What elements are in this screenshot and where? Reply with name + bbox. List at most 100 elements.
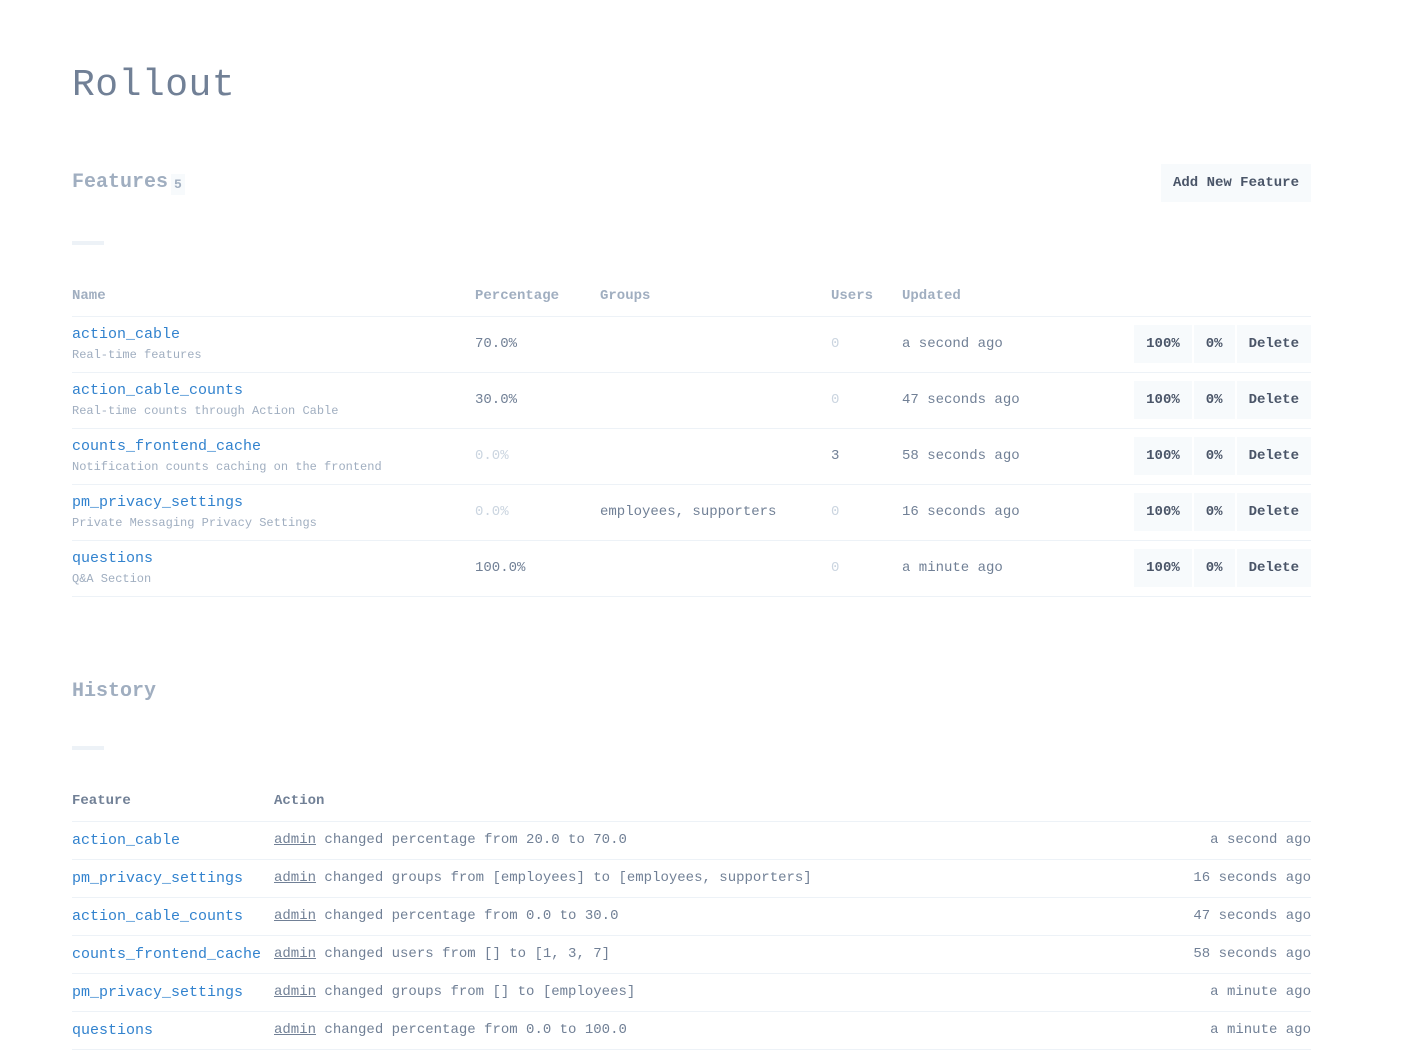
feature-percentage: 70.0% bbox=[475, 315, 600, 372]
features-header-row: Name Percentage Groups Users Updated bbox=[72, 276, 1311, 316]
feature-name-link[interactable]: action_cable bbox=[72, 326, 475, 344]
history-action-cell: admin changed users from [] to [1, 3, 7] bbox=[274, 934, 1044, 973]
delete-feature-button[interactable]: Delete bbox=[1236, 493, 1311, 531]
feature-name-link[interactable]: questions bbox=[72, 550, 475, 568]
feature-name-cell: questions Q&A Section bbox=[72, 539, 475, 597]
history-action-cell: admin changed percentage from 0.0 to 100… bbox=[274, 1010, 1044, 1050]
history-row: counts_frontend_cache admin changed users… bbox=[72, 934, 1311, 973]
history-feature-link[interactable]: counts_frontend_cache bbox=[72, 946, 261, 963]
history-header: History bbox=[72, 673, 1311, 711]
column-header-groups: Groups bbox=[600, 287, 651, 304]
history-feature-cell: action_cable bbox=[72, 820, 274, 859]
delete-feature-button[interactable]: Delete bbox=[1236, 437, 1311, 475]
column-header-updated: Updated bbox=[902, 287, 961, 304]
features-table: Name Percentage Groups Users Updated act… bbox=[72, 276, 1311, 597]
feature-groups bbox=[600, 427, 831, 484]
set-100-percent-button[interactable]: 100% bbox=[1134, 381, 1192, 419]
feature-name-link[interactable]: pm_privacy_settings bbox=[72, 494, 475, 512]
history-actor-link[interactable]: admin bbox=[274, 984, 316, 1000]
set-100-percent-button[interactable]: 100% bbox=[1134, 549, 1192, 587]
feature-actions: 100% 0% Delete bbox=[1129, 315, 1311, 372]
history-timestamp: a minute ago bbox=[1044, 1010, 1311, 1050]
feature-users: 0 bbox=[831, 483, 902, 540]
history-feature-cell: questions bbox=[72, 1010, 274, 1050]
set-0-percent-button[interactable]: 0% bbox=[1193, 437, 1235, 475]
feature-users: 0 bbox=[831, 539, 902, 597]
delete-feature-button[interactable]: Delete bbox=[1236, 381, 1311, 419]
feature-groups: employees, supporters bbox=[600, 483, 831, 540]
feature-name-cell: action_cable Real-time features bbox=[72, 315, 475, 372]
history-feature-link[interactable]: action_cable_counts bbox=[72, 908, 243, 925]
feature-row: action_cable Real-time features 70.0% 0 a se… bbox=[72, 315, 1311, 372]
history-action-cell: admin changed groups from [] to [employe… bbox=[274, 972, 1044, 1011]
history-row: questions admin changed percentage from 0… bbox=[72, 1010, 1311, 1050]
feature-row: counts_frontend_cache Notification counts… bbox=[72, 427, 1311, 484]
feature-updated: 58 seconds ago bbox=[902, 427, 1129, 484]
column-header-action: Action bbox=[274, 792, 325, 809]
history-feature-link[interactable]: questions bbox=[72, 1022, 153, 1039]
set-0-percent-button[interactable]: 0% bbox=[1193, 381, 1235, 419]
feature-description: Private Messaging Privacy Settings bbox=[72, 515, 317, 530]
features-count-badge: 5 bbox=[171, 174, 185, 195]
column-header-feature: Feature bbox=[72, 792, 131, 809]
history-timestamp: 16 seconds ago bbox=[1044, 858, 1311, 897]
feature-percentage: 0.0% bbox=[475, 483, 600, 540]
feature-groups bbox=[600, 315, 831, 372]
history-feature-cell: counts_frontend_cache bbox=[72, 934, 274, 973]
history-divider bbox=[72, 746, 104, 750]
history-title: History bbox=[72, 680, 157, 703]
set-100-percent-button[interactable]: 100% bbox=[1134, 325, 1192, 363]
history-actor-link[interactable]: admin bbox=[274, 908, 316, 924]
delete-feature-button[interactable]: Delete bbox=[1236, 325, 1311, 363]
history-feature-cell: pm_privacy_settings bbox=[72, 858, 274, 897]
history-action-cell: admin changed percentage from 20.0 to 70… bbox=[274, 820, 1044, 859]
feature-percentage: 100.0% bbox=[475, 539, 600, 597]
column-header-actions bbox=[1129, 276, 1311, 316]
history-timestamp: 58 seconds ago bbox=[1044, 934, 1311, 973]
feature-description: Real-time counts through Action Cable bbox=[72, 403, 339, 418]
features-header: Features 5 Add New Feature bbox=[72, 164, 1311, 202]
column-header-when bbox=[1044, 781, 1311, 821]
set-100-percent-button[interactable]: 100% bbox=[1134, 437, 1192, 475]
history-header-row: Feature Action bbox=[72, 781, 1311, 821]
set-100-percent-button[interactable]: 100% bbox=[1134, 493, 1192, 531]
history-actor-link[interactable]: admin bbox=[274, 1022, 316, 1038]
feature-users: 0 bbox=[831, 315, 902, 372]
column-header-users: Users bbox=[831, 287, 874, 304]
history-table: Feature Action action_cable admin changed… bbox=[72, 781, 1311, 1050]
history-action-text: changed users from [] to [1, 3, 7] bbox=[324, 946, 611, 962]
feature-updated: a second ago bbox=[902, 315, 1129, 372]
feature-percentage: 0.0% bbox=[475, 427, 600, 484]
history-action-cell: admin changed groups from [employees] to… bbox=[274, 858, 1044, 897]
history-feature-link[interactable]: pm_privacy_settings bbox=[72, 984, 243, 1001]
delete-feature-button[interactable]: Delete bbox=[1236, 549, 1311, 587]
feature-row: action_cable_counts Real-time counts thro… bbox=[72, 371, 1311, 428]
column-header-percentage: Percentage bbox=[475, 287, 560, 304]
history-timestamp: 47 seconds ago bbox=[1044, 896, 1311, 935]
feature-name-link[interactable]: action_cable_counts bbox=[72, 382, 475, 400]
feature-description: Q&A Section bbox=[72, 571, 152, 586]
history-actor-link[interactable]: admin bbox=[274, 832, 316, 848]
add-new-feature-button[interactable]: Add New Feature bbox=[1160, 164, 1311, 202]
feature-actions: 100% 0% Delete bbox=[1129, 483, 1311, 540]
set-0-percent-button[interactable]: 0% bbox=[1193, 549, 1235, 587]
feature-name-cell: action_cable_counts Real-time counts thro… bbox=[72, 371, 475, 428]
set-0-percent-button[interactable]: 0% bbox=[1193, 325, 1235, 363]
history-feature-link[interactable]: pm_privacy_settings bbox=[72, 870, 243, 887]
column-header-name: Name bbox=[72, 287, 106, 304]
history-action-text: changed percentage from 20.0 to 70.0 bbox=[324, 832, 627, 848]
set-0-percent-button[interactable]: 0% bbox=[1193, 493, 1235, 531]
history-actor-link[interactable]: admin bbox=[274, 870, 316, 886]
feature-updated: 16 seconds ago bbox=[902, 483, 1129, 540]
history-row: pm_privacy_settings admin changed groups … bbox=[72, 972, 1311, 1011]
history-row: pm_privacy_settings admin changed groups … bbox=[72, 858, 1311, 897]
feature-name-link[interactable]: counts_frontend_cache bbox=[72, 438, 475, 456]
feature-name-cell: pm_privacy_settings Private Messaging Pri… bbox=[72, 483, 475, 540]
feature-groups bbox=[600, 539, 831, 597]
feature-percentage: 30.0% bbox=[475, 371, 600, 428]
history-actor-link[interactable]: admin bbox=[274, 946, 316, 962]
history-feature-link[interactable]: action_cable bbox=[72, 832, 180, 849]
history-feature-cell: action_cable_counts bbox=[72, 896, 274, 935]
feature-row: pm_privacy_settings Private Messaging Pri… bbox=[72, 483, 1311, 540]
history-timestamp: a second ago bbox=[1044, 820, 1311, 859]
